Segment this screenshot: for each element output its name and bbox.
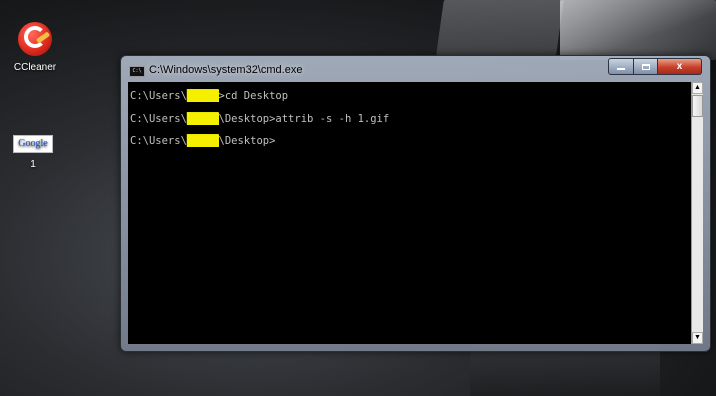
title-bar[interactable]: C:\ C:\Windows\system32\cmd.exe x — [121, 56, 710, 82]
console-prompt: \Desktop> — [218, 135, 276, 147]
cmd-window[interactable]: C:\ C:\Windows\system32\cmd.exe x C:\Use… — [120, 55, 711, 352]
console-line: C:\Users\█████\Desktop> — [130, 135, 275, 147]
desktop-icon-ccleaner[interactable]: CCleaner — [5, 22, 65, 73]
scroll-thumb[interactable] — [692, 95, 703, 117]
scroll-up-button[interactable]: ▲ — [692, 82, 703, 94]
google-icon: Google — [13, 135, 53, 153]
maximize-icon — [641, 63, 650, 70]
maximize-button[interactable] — [634, 58, 658, 75]
desktop-icon-label: 1 — [30, 159, 36, 170]
window-controls: x — [608, 58, 702, 75]
minimize-button[interactable] — [608, 58, 634, 75]
redacted-username: █████ — [186, 90, 219, 102]
window-title: C:\Windows\system32\cmd.exe — [149, 64, 303, 76]
redacted-username: █████ — [186, 135, 219, 147]
console-line: C:\Users\█████\Desktop>attrib -s -h 1.gi… — [130, 113, 389, 125]
desktop-icon-label: CCleaner — [13, 62, 57, 73]
close-icon: x — [676, 61, 683, 72]
console-prefix: C:\Users\ — [130, 90, 187, 102]
close-button[interactable]: x — [658, 58, 702, 75]
redacted-username: █████ — [186, 113, 219, 125]
scroll-down-button[interactable]: ▼ — [692, 332, 703, 344]
console-command: >cd Desktop — [218, 90, 289, 102]
vertical-scrollbar[interactable]: ▲ ▼ — [691, 82, 703, 344]
console-prefix: C:\Users\ — [130, 135, 187, 147]
wallpaper-cube — [436, 0, 564, 55]
console-command: \Desktop>attrib -s -h 1.gif — [218, 113, 390, 125]
desktop-icon-file[interactable]: Google 1 — [3, 135, 63, 170]
console-prefix: C:\Users\ — [130, 113, 187, 125]
wallpaper-glare — [560, 0, 716, 60]
minimize-icon — [617, 68, 625, 70]
cmd-app-icon[interactable]: C:\ — [129, 66, 145, 77]
ccleaner-icon — [18, 22, 52, 56]
console-line: C:\Users\█████>cd Desktop — [130, 90, 288, 102]
console-output[interactable]: C:\Users\█████>cd Desktop C:\Users\█████… — [128, 82, 691, 344]
